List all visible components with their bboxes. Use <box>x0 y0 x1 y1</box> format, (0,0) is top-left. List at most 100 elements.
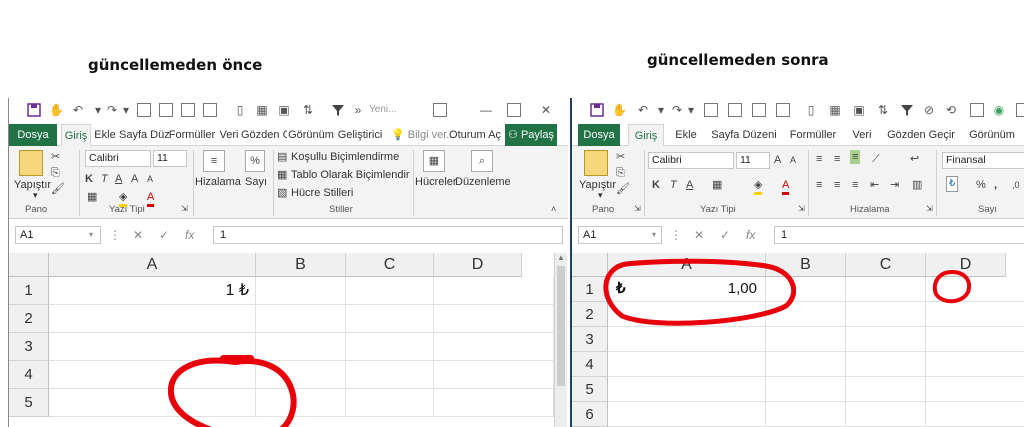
touch-mode-icon[interactable]: ✋ <box>49 103 64 117</box>
border-grid-icon[interactable] <box>137 103 151 117</box>
percent-icon[interactable]: % <box>245 150 265 172</box>
dropdown-icon[interactable]: ▾ <box>119 103 133 117</box>
chart-icon[interactable]: ▦ <box>255 103 269 117</box>
tell-me-box[interactable]: 💡 Bilgi ver... <box>391 124 455 146</box>
font-size-dropdown[interactable]: 11 <box>153 150 187 167</box>
row-header-3[interactable]: 3 <box>572 327 608 352</box>
pivot-icon[interactable]: ▣ <box>852 103 866 117</box>
formula-input[interactable]: 1 <box>774 226 1024 244</box>
cell-styles-icon[interactable]: ▧ <box>277 186 287 200</box>
cell[interactable] <box>926 352 1024 377</box>
tab-ekle[interactable]: Ekle <box>670 124 702 146</box>
tab-sayfa-duzeni[interactable]: Sayfa Düz <box>119 124 170 146</box>
function-icon[interactable]: fx <box>746 228 755 242</box>
new-file-icon[interactable]: ▯ <box>804 103 818 117</box>
conditional-format-icon[interactable]: ▤ <box>277 150 287 164</box>
cell[interactable] <box>608 402 766 427</box>
column-header-d[interactable]: D <box>926 253 1006 277</box>
row-header-3[interactable]: 3 <box>9 333 49 361</box>
format-table-icon[interactable]: ▦ <box>277 168 287 182</box>
number-format-dropdown[interactable]: Finansal <box>942 152 1024 169</box>
tab-veri[interactable]: Veri <box>217 124 241 146</box>
copy-icon[interactable]: ⎘ <box>616 166 625 180</box>
conditional-format-button[interactable]: Koşullu Biçimlendirme <box>291 151 399 163</box>
font-grow-icon[interactable]: A <box>774 153 781 167</box>
border-grid-icon[interactable] <box>159 103 173 117</box>
paste-icon[interactable] <box>584 150 608 176</box>
underline-icon[interactable]: A <box>686 178 693 192</box>
cell[interactable] <box>608 377 766 402</box>
column-header-a[interactable]: A <box>49 253 256 277</box>
cell[interactable] <box>256 277 346 305</box>
tab-gozden-gecir[interactable]: Gözden G <box>241 124 287 146</box>
font-shrink-icon[interactable]: A <box>790 153 796 167</box>
increase-decimal-icon[interactable]: ,0 <box>1012 178 1020 192</box>
cell-styles-button[interactable]: Hücre Stilleri <box>291 187 353 199</box>
tab-gorunum[interactable]: Görünüm <box>964 124 1020 146</box>
cell[interactable] <box>608 352 766 377</box>
check-icon[interactable]: ✓ <box>720 228 730 242</box>
cell-a1[interactable]: ₺ 1,00 <box>608 277 766 302</box>
row-header-1[interactable]: 1 <box>572 277 608 302</box>
cell[interactable] <box>766 402 846 427</box>
underline-icon[interactable]: A <box>115 172 122 186</box>
tab-formuller[interactable]: Formüller <box>786 124 840 146</box>
new-file-icon[interactable]: ▯ <box>233 103 247 117</box>
dialog-launcher-icon[interactable]: ⇲ <box>926 202 933 216</box>
cut-icon[interactable]: ✂ <box>51 150 60 164</box>
copy-icon[interactable]: ⎘ <box>51 166 60 180</box>
more-icon[interactable]: » <box>351 103 365 117</box>
alignment-icon[interactable]: ≡ <box>203 150 225 172</box>
align-middle-icon[interactable]: ≡ <box>834 152 840 166</box>
save-icon[interactable] <box>27 103 41 117</box>
cut-icon[interactable]: ✂ <box>616 150 625 164</box>
cell[interactable] <box>346 277 434 305</box>
cancel-icon[interactable]: ✕ <box>694 228 704 242</box>
row-header-2[interactable]: 2 <box>572 302 608 327</box>
border-grid-icon[interactable] <box>728 103 742 117</box>
align-bottom-icon[interactable]: ≡ <box>850 150 861 164</box>
dialog-launcher-icon[interactable]: ⇲ <box>798 202 805 216</box>
font-color-icon[interactable]: A <box>147 190 155 207</box>
function-icon[interactable]: fx <box>185 228 194 242</box>
save-icon[interactable] <box>590 103 604 117</box>
minimize-icon[interactable]: — <box>479 103 493 117</box>
chart-icon[interactable]: ▦ <box>828 103 842 117</box>
decrease-indent-icon[interactable]: ⇤ <box>870 178 879 192</box>
table-icon[interactable] <box>970 103 984 117</box>
border-outline-icon[interactable] <box>203 103 217 117</box>
cell[interactable] <box>766 302 846 327</box>
currency-format-icon[interactable]: ₺ <box>946 176 959 192</box>
format-as-table-button[interactable]: Tablo Olarak Biçimlendir <box>291 169 410 181</box>
border-outline-icon[interactable] <box>776 103 790 117</box>
editing-button[interactable]: Düzenleme <box>455 176 511 188</box>
cell[interactable] <box>608 327 766 352</box>
color-icon[interactable]: ◉ <box>992 103 1006 117</box>
merge-center-icon[interactable]: ▥ <box>912 178 922 192</box>
cell[interactable] <box>846 277 926 302</box>
font-size-dropdown[interactable]: 11 <box>736 152 770 169</box>
filter-icon[interactable] <box>900 103 914 117</box>
increase-indent-icon[interactable]: ⇥ <box>890 178 899 192</box>
cell[interactable] <box>256 389 346 417</box>
collapse-ribbon-icon[interactable]: ˄ <box>551 202 556 216</box>
tab-gozden-gecir[interactable]: Gözden Geçir <box>886 124 956 146</box>
font-shrink-icon[interactable]: A <box>147 172 153 186</box>
touch-mode-icon[interactable]: ✋ <box>612 103 627 117</box>
column-header-d[interactable]: D <box>434 253 522 277</box>
cell[interactable] <box>926 302 1024 327</box>
fill-color-icon[interactable]: ◈ <box>754 178 763 195</box>
dropdown-icon[interactable]: ▾ <box>684 103 698 117</box>
tab-formuller[interactable]: Formüller <box>167 124 217 146</box>
cell[interactable] <box>434 333 554 361</box>
wrap-text-icon[interactable]: ↩ <box>910 152 919 166</box>
select-all-corner[interactable] <box>9 253 49 277</box>
cell[interactable] <box>766 277 846 302</box>
row-header-4[interactable]: 4 <box>572 352 608 377</box>
tab-ekle[interactable]: Ekle <box>91 124 119 146</box>
tab-sayfa-duzeni[interactable]: Sayfa Düzeni <box>706 124 782 146</box>
bold-icon[interactable]: K <box>652 178 660 192</box>
alignment-button[interactable]: Hizalama <box>195 176 241 188</box>
cell[interactable] <box>926 377 1024 402</box>
sort-icon[interactable]: ⇅ <box>876 103 890 117</box>
